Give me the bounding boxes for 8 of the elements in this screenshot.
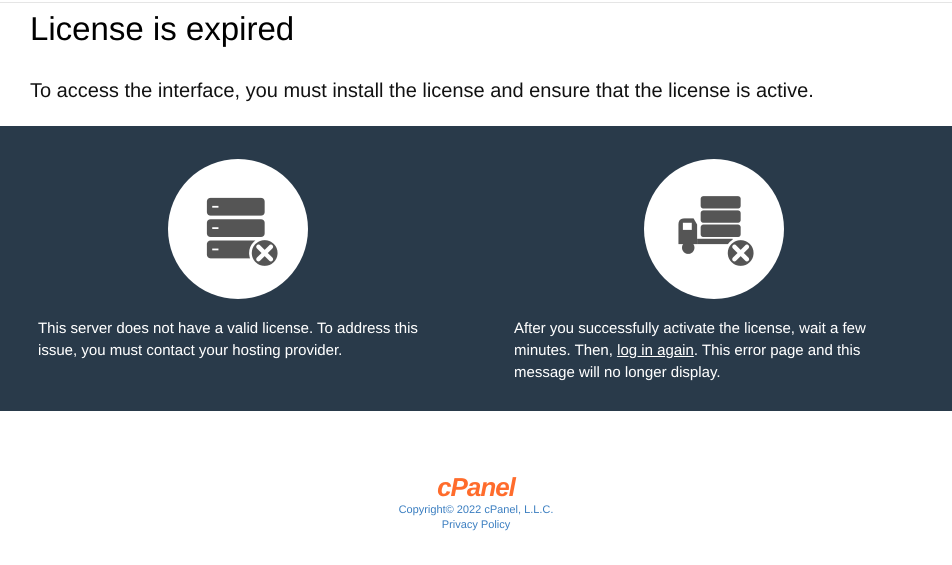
page-title: License is expired bbox=[30, 9, 294, 49]
privacy-policy-link[interactable]: Privacy Policy bbox=[442, 518, 510, 533]
panel-message: This server does not have a valid license. To address this issue, you must contact your hosting provider. bbox=[38, 319, 419, 361]
log-in-link[interactable]: log in again bbox=[617, 342, 694, 359]
cpanel-logo: cPanel bbox=[437, 473, 515, 501]
panel-message: After you successfully activate the license, wait a few minutes. Then, log in again. This error page and this message will no longer display. bbox=[514, 319, 867, 383]
copyright-text: Copyright© 2022 cPanel, L.L.C. bbox=[398, 503, 554, 518]
license-message: To access the interface, you must install the license and ensure that the license is active. bbox=[30, 79, 814, 103]
